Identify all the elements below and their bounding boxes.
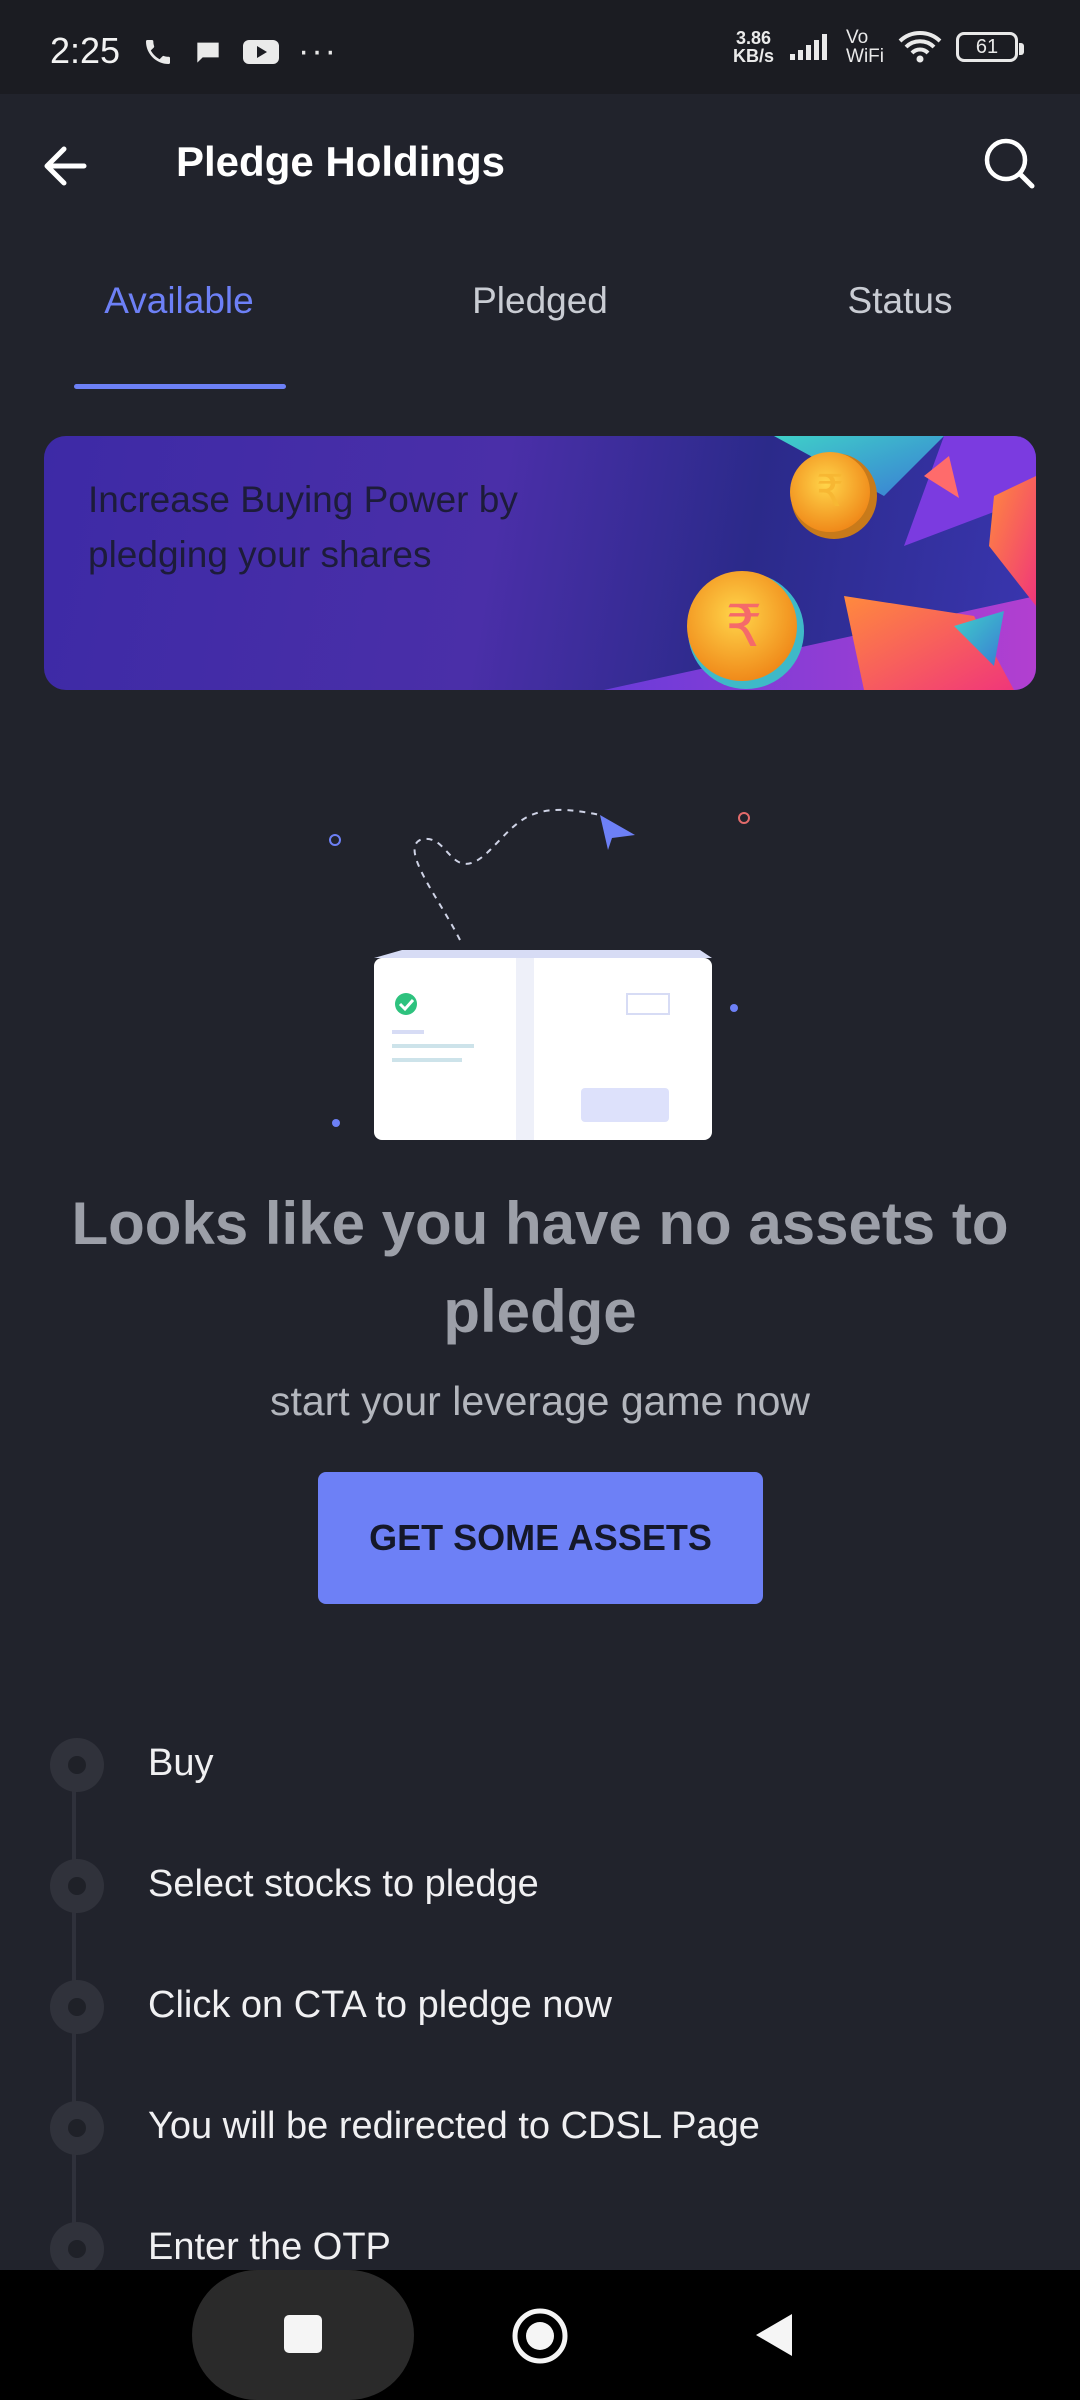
wifi-icon — [898, 31, 942, 63]
network-speed-unit: KB/s — [733, 46, 775, 66]
network-speed: 3.86 KB/s — [733, 29, 774, 65]
signal-icon — [790, 34, 828, 60]
step-marker-icon — [50, 1738, 104, 1792]
step-marker-icon — [50, 2101, 104, 2155]
empty-box-illustration — [329, 808, 750, 1140]
youtube-icon — [243, 39, 279, 64]
vowifi-wifi: WiFi — [846, 46, 884, 67]
step-label: Select stocks to pledge — [148, 1863, 539, 1905]
system-navigation-bar — [0, 2270, 1080, 2400]
search-icon — [984, 138, 1035, 189]
tab-status[interactable]: Status — [800, 280, 1000, 392]
status-time: 2:25 — [50, 30, 121, 71]
step-label: You will be redirected to CDSL Page — [148, 2105, 760, 2147]
chat-icon — [197, 42, 219, 63]
tab-pledged[interactable]: Pledged — [430, 280, 650, 392]
tab-bar: Available Pledged Status — [0, 280, 1080, 392]
step-label: Click on CTA to pledge now — [148, 1984, 612, 2026]
battery-level: 61 — [975, 35, 999, 58]
more-notifications-icon: ··· — [298, 32, 338, 70]
battery-icon: 61 — [956, 32, 1024, 62]
banner-artwork: ₹ ₹ — [604, 436, 1036, 690]
search-button[interactable] — [980, 134, 1040, 194]
status-system-icons: 3.86 KB/s Vo WiFi 61 — [733, 28, 1024, 66]
network-speed-value: 3.86 — [735, 28, 772, 48]
call-icon — [146, 39, 170, 64]
step-marker-icon — [50, 1859, 104, 1913]
step-item: You will be redirected to CDSL Page — [0, 2093, 1080, 2214]
active-tab-indicator — [74, 384, 286, 389]
back-button[interactable] — [36, 136, 96, 196]
vowifi-label: Vo WiFi — [846, 28, 884, 66]
status-notification-icons: ··· — [142, 32, 338, 71]
empty-state-title: Looks like you have no assets to pledge — [71, 1190, 1009, 1345]
home-icon[interactable] — [510, 2306, 570, 2366]
step-marker-icon — [50, 2222, 104, 2270]
back-triangle-icon[interactable] — [750, 2310, 800, 2360]
step-item: Enter the OTP — [0, 2214, 1080, 2270]
get-some-assets-button[interactable]: GET SOME ASSETS — [318, 1472, 763, 1604]
step-label: Buy — [148, 1742, 214, 1784]
recents-button[interactable] — [192, 2270, 414, 2400]
pledge-steps-list: Buy Select stocks to pledge Click on CTA… — [0, 1730, 1080, 2270]
tab-available[interactable]: Available — [72, 280, 286, 392]
app-header: Pledge Holdings — [0, 94, 1080, 234]
svg-text:₹: ₹ — [726, 592, 763, 660]
page-title: Pledge Holdings — [176, 138, 506, 185]
step-item: Select stocks to pledge — [0, 1851, 1080, 1972]
step-marker-icon — [50, 1980, 104, 2034]
empty-state-subtitle: start your leverage game now — [269, 1378, 811, 1424]
step-label: Enter the OTP — [148, 2226, 391, 2268]
pledge-promo-banner[interactable]: Increase Buying Power by pledging your s… — [44, 436, 1036, 690]
step-item: Buy — [0, 1730, 1080, 1851]
step-item: Click on CTA to pledge now — [0, 1972, 1080, 2093]
recents-icon — [284, 2315, 322, 2353]
vowifi-vo: Vo — [846, 27, 869, 48]
svg-text:₹: ₹ — [816, 466, 844, 517]
status-bar: 2:25 ··· 3.86 KB/s Vo WiFi 61 — [0, 0, 1080, 94]
arrow-left-icon — [44, 146, 87, 186]
